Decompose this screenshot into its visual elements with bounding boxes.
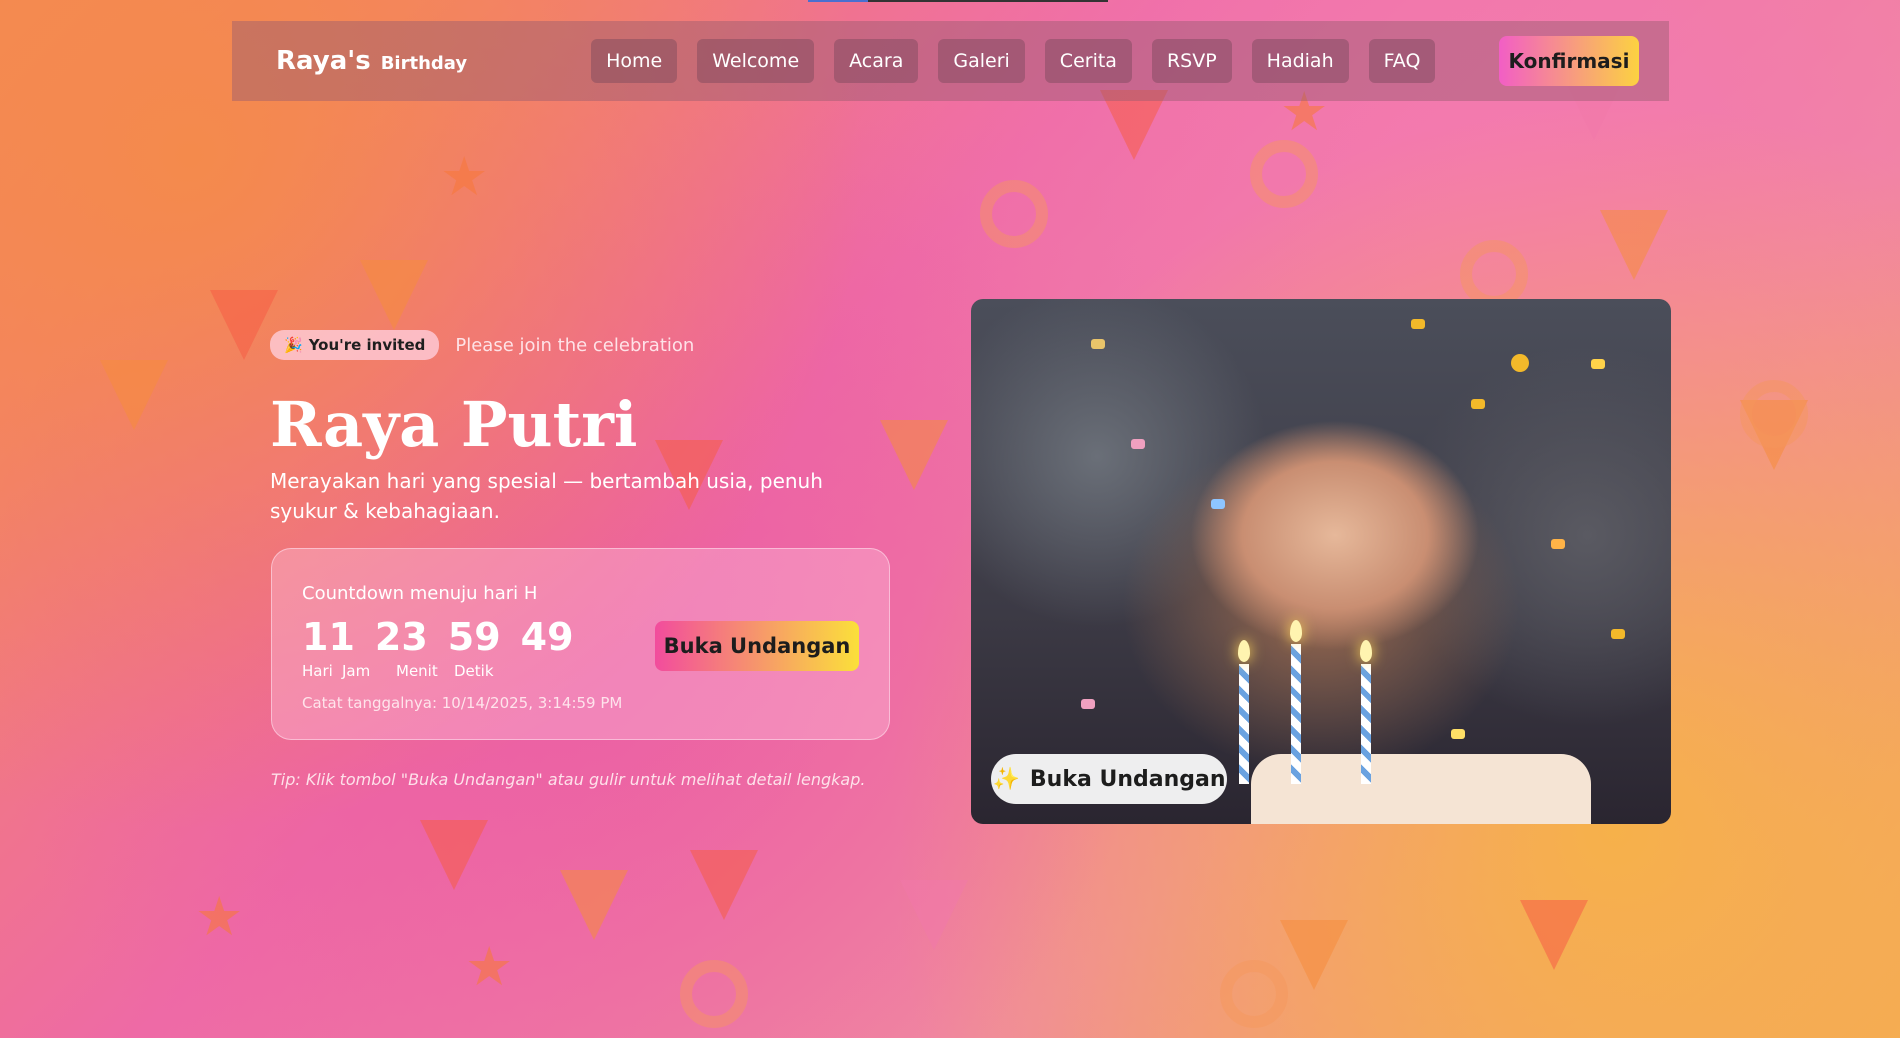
- nav-cerita[interactable]: Cerita: [1044, 39, 1132, 83]
- sparkle-icon: ✨: [992, 766, 1020, 792]
- nav-acara[interactable]: Acara: [834, 39, 919, 83]
- countdown-days: 11: [302, 615, 355, 659]
- tip-text: Tip: Klik tombol "Buka Undangan" atau gu…: [271, 770, 866, 789]
- nav-faq[interactable]: FAQ: [1368, 39, 1436, 83]
- invite-row: 🎉 You're invited Please join the celebra…: [270, 330, 910, 360]
- nav-home[interactable]: Home: [591, 39, 678, 83]
- photo-button-label: Buka Undangan: [1029, 766, 1226, 792]
- invite-note: Please join the celebration: [455, 334, 695, 356]
- brand-logo[interactable]: Raya's Birthday: [276, 46, 467, 76]
- buka-undangan-button[interactable]: Buka Undangan: [655, 621, 859, 671]
- invited-badge-label: You're invited: [308, 336, 426, 354]
- unit-hours: Jam: [342, 662, 371, 680]
- brand-subtitle: Birthday: [380, 53, 468, 74]
- nav-welcome[interactable]: Welcome: [697, 39, 815, 83]
- invited-badge: 🎉 You're invited: [270, 330, 440, 360]
- nav-rsvp[interactable]: RSVP: [1151, 39, 1232, 83]
- party-popper-icon: 🎉: [284, 336, 303, 354]
- countdown-label: Countdown menuju hari H: [302, 583, 538, 604]
- hero-description: Merayakan hari yang spesial — bertambah …: [270, 469, 823, 523]
- brand-name: Raya's: [276, 46, 371, 76]
- top-navbar: Raya's Birthday Home Welcome Acara Galer…: [232, 21, 1669, 101]
- konfirmasi-button[interactable]: Konfirmasi: [1499, 36, 1639, 86]
- countdown-seconds: 49: [520, 615, 574, 659]
- nav-galeri[interactable]: Galeri: [938, 39, 1025, 83]
- countdown-card: Countdown menuju hari H 11 23 59 49 Hari…: [271, 548, 890, 740]
- unit-seconds: Detik: [454, 662, 494, 680]
- celebration-photo: ✨ Buka Undangan: [971, 299, 1671, 824]
- celebrant-name: Raya Putri: [270, 388, 638, 461]
- top-strip: [808, 0, 1108, 2]
- hero-section: 🎉 You're invited Please join the celebra…: [270, 330, 910, 546]
- main-nav: Home Welcome Acara Galeri Cerita RSVP Ha…: [591, 39, 1436, 83]
- unit-days: Hari: [302, 662, 333, 680]
- unit-minutes: Menit: [396, 662, 438, 680]
- birthday-cake: [1251, 754, 1591, 824]
- nav-hadiah[interactable]: Hadiah: [1251, 39, 1349, 83]
- photo-buka-undangan-button[interactable]: ✨ Buka Undangan: [991, 754, 1227, 804]
- countdown-hours: 23: [374, 615, 428, 659]
- countdown-minutes: 59: [447, 615, 501, 659]
- countdown-date-note: Catat tanggalnya: 10/14/2025, 3:14:59 PM: [302, 694, 623, 712]
